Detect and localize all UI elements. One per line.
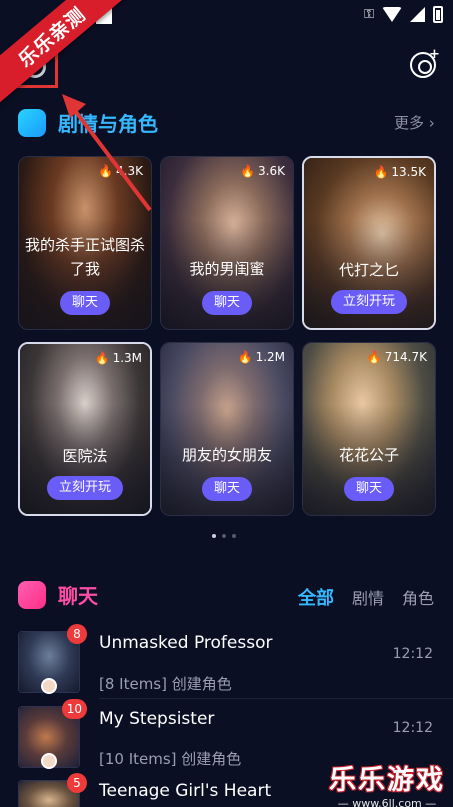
watermark-url: — www.6ll.com — (337, 797, 437, 807)
watermark: 乐乐游戏 — www.6ll.com — (329, 758, 445, 807)
annotation-arrow (62, 94, 152, 212)
watermark-title: 乐乐游戏 (329, 765, 445, 796)
